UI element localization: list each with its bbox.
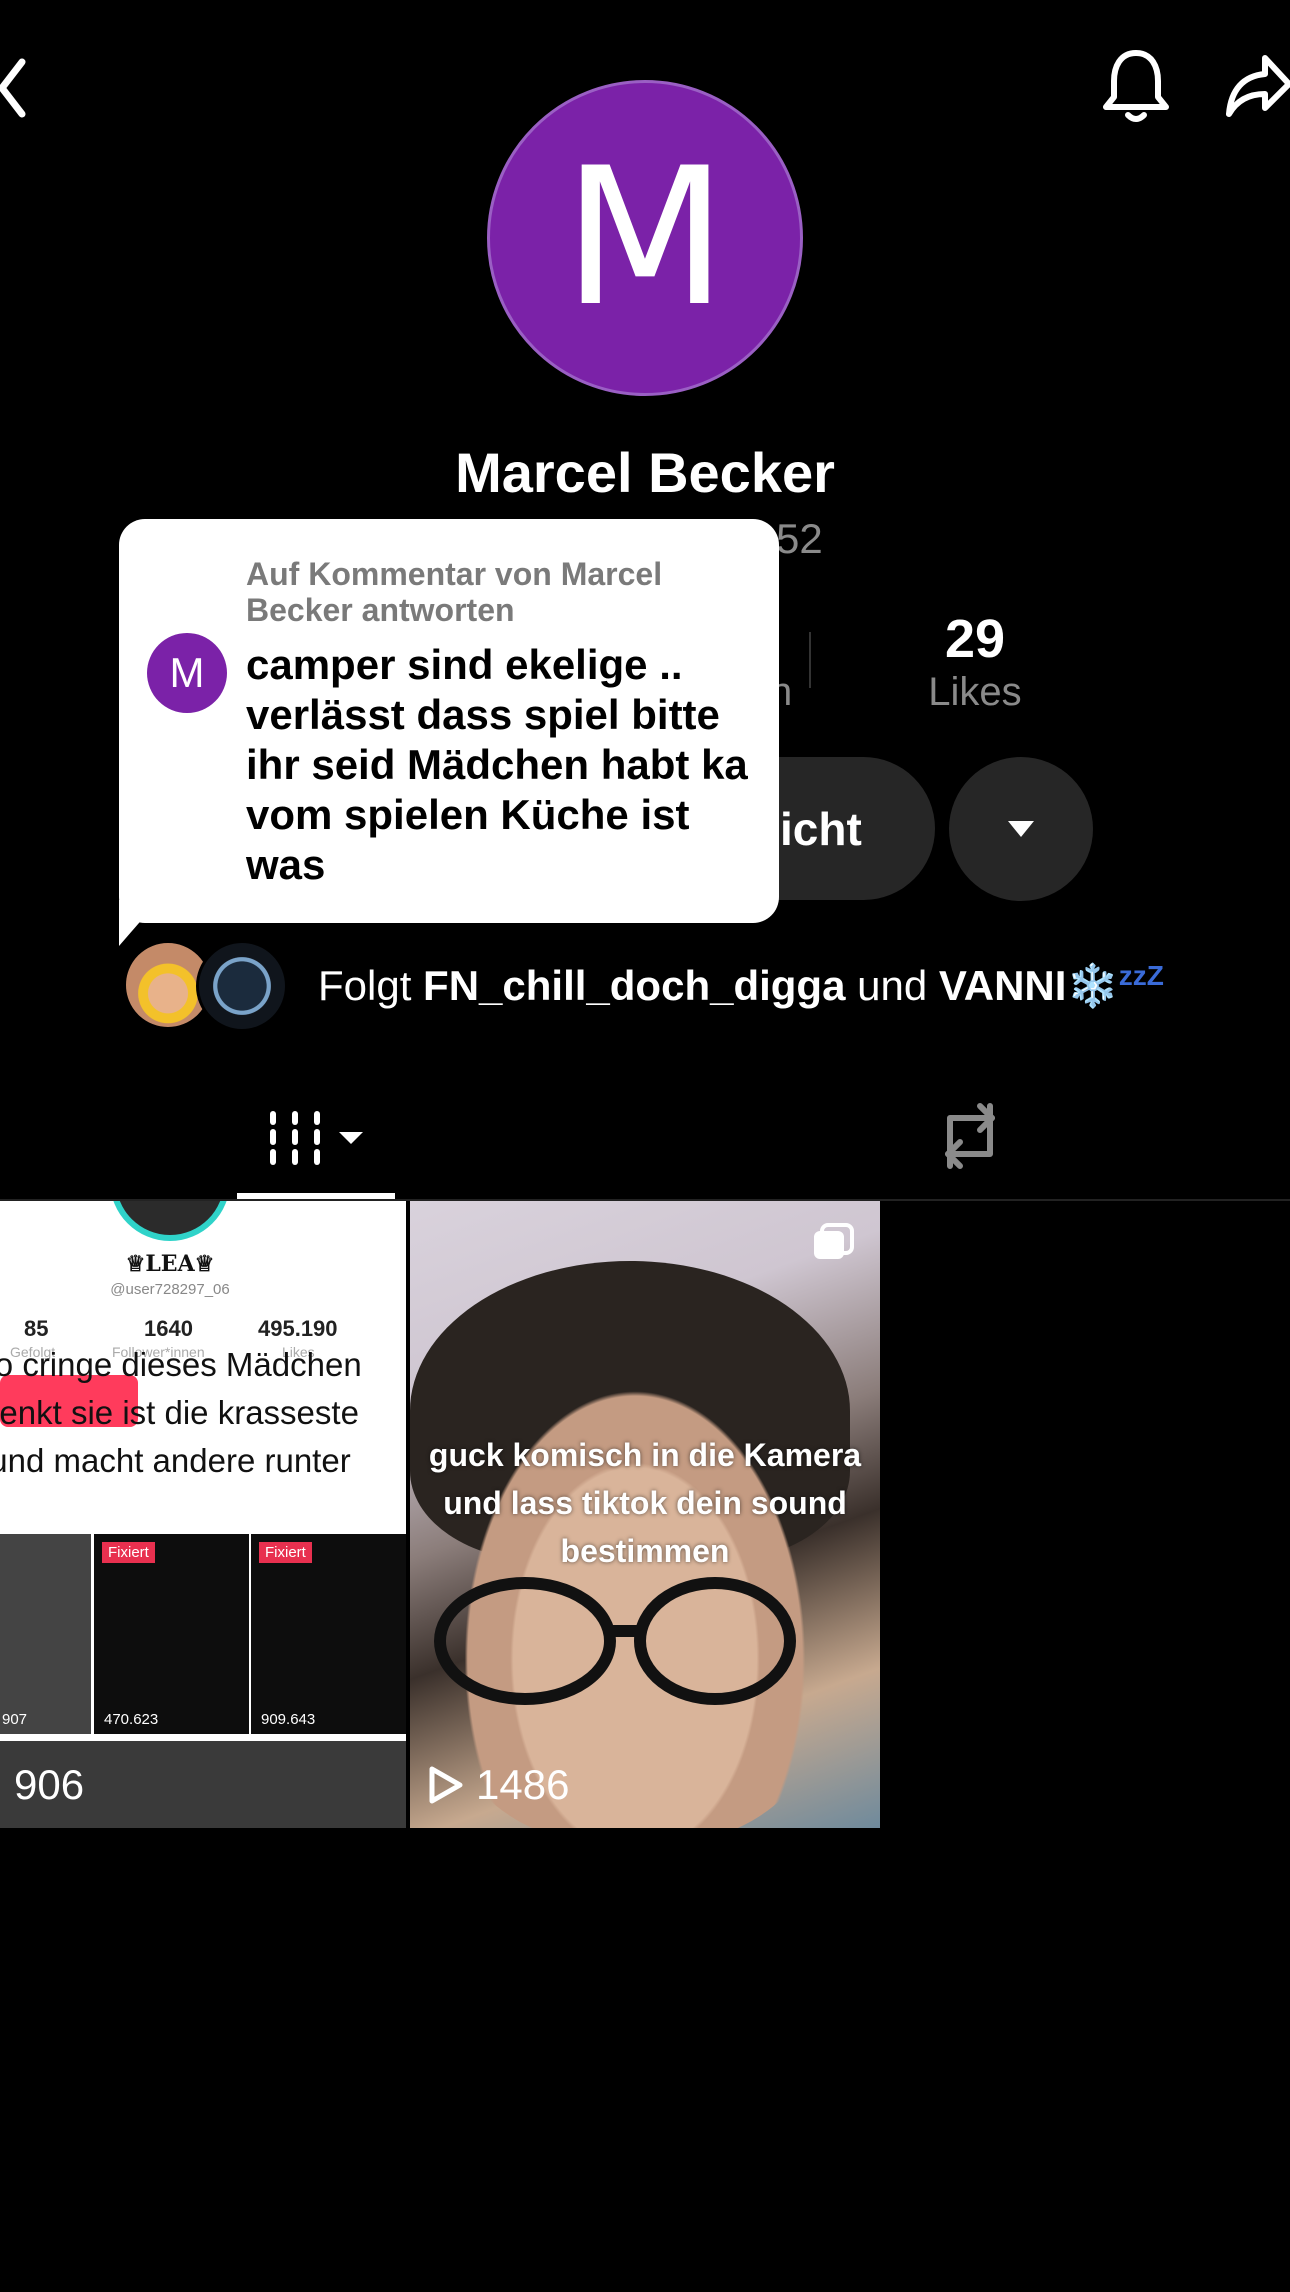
embedded-cell-views: 907 (2, 1711, 28, 1728)
video-thumbnail[interactable]: guck komisch in die Kamera und lass tikt… (410, 1201, 880, 1828)
pinned-badge: Fixiert (102, 1542, 155, 1563)
video-caption-overlay: so cringe dieses Mädchen denkt sie ist d… (0, 1346, 362, 1479)
follower-name-1: FN_chill_doch_digga (423, 962, 846, 1009)
embedded-video-cell: 907 (0, 1534, 91, 1734)
play-icon (429, 1766, 463, 1804)
embedded-username: @user728297_06 (110, 1281, 230, 1298)
view-count-value: 1486 (476, 1761, 570, 1808)
followed-by-text[interactable]: Folgt FN_chill_doch_digga und VANNI❄️zzZ (318, 960, 1164, 1011)
embedded-video-cell: Fixiert 470.623 (94, 1534, 249, 1734)
embedded-cell-views: 470.623 (104, 1711, 159, 1728)
repost-icon[interactable] (930, 1100, 1010, 1172)
embedded-stat-value: 495.190 (258, 1316, 338, 1341)
video-caption-overlay: guck komisch in die Kamera und lass tikt… (428, 1437, 862, 1569)
username: 52 (776, 515, 823, 562)
follows-prefix: Folgt (318, 962, 412, 1009)
embedded-video-cell: Fixiert 909.643 (251, 1534, 406, 1734)
likes-label: Likes (928, 670, 1022, 714)
suggestions-dropdown-button[interactable] (949, 757, 1093, 901)
caret-down-icon (339, 1131, 363, 1144)
share-icon[interactable] (1225, 50, 1290, 125)
follows-conjunction: und (857, 962, 928, 1009)
snowflake-icon: ❄️ (1066, 962, 1119, 1009)
comment-text: camper sind ekelige .. verlässt dass spi… (246, 641, 748, 888)
comment-avatar: M (147, 633, 227, 713)
sleep-icon: zzZ (1118, 960, 1164, 991)
follower-name-2: VANNI (938, 962, 1067, 1009)
view-count-value: 906 (14, 1761, 85, 1808)
comment-bubble-tail (119, 900, 159, 946)
display-name: Marcel Becker (455, 441, 835, 504)
video-thumbnail[interactable]: ♕LEA♕ @user728297_06 85 Gefolgt 1640 Fol… (0, 1201, 406, 1828)
comment-avatar-letter: M (169, 649, 205, 696)
profile-avatar[interactable]: M (487, 80, 803, 396)
videos-grid-icon (270, 1110, 320, 1165)
embedded-avatar (110, 1201, 230, 1241)
pinned-badge: Fixiert (259, 1542, 312, 1563)
multi-photo-icon (814, 1223, 854, 1259)
back-icon[interactable] (0, 50, 40, 130)
caret-down-icon (1008, 821, 1034, 837)
mutual-follower-avatar[interactable] (196, 940, 288, 1032)
avatar-letter: M (563, 127, 727, 348)
likes-count: 29 (944, 609, 1006, 669)
embedded-profile-name: ♕LEA♕ (125, 1251, 215, 1277)
view-count: 906 (14, 1761, 84, 1809)
stat-divider (809, 632, 811, 688)
tab-videos[interactable] (236, 1090, 396, 1185)
view-count: 1486 (428, 1761, 569, 1809)
embedded-stat-value: 85 (24, 1316, 49, 1341)
message-button-label: icht (780, 802, 862, 855)
embedded-stat-value: 1640 (144, 1316, 193, 1341)
embedded-cell-views: 909.643 (261, 1711, 316, 1728)
reply-header: Auf Kommentar von Marcel Becker antworte… (246, 556, 663, 628)
thumbnail-glasses (434, 1577, 796, 1705)
bell-icon[interactable] (1100, 45, 1172, 125)
